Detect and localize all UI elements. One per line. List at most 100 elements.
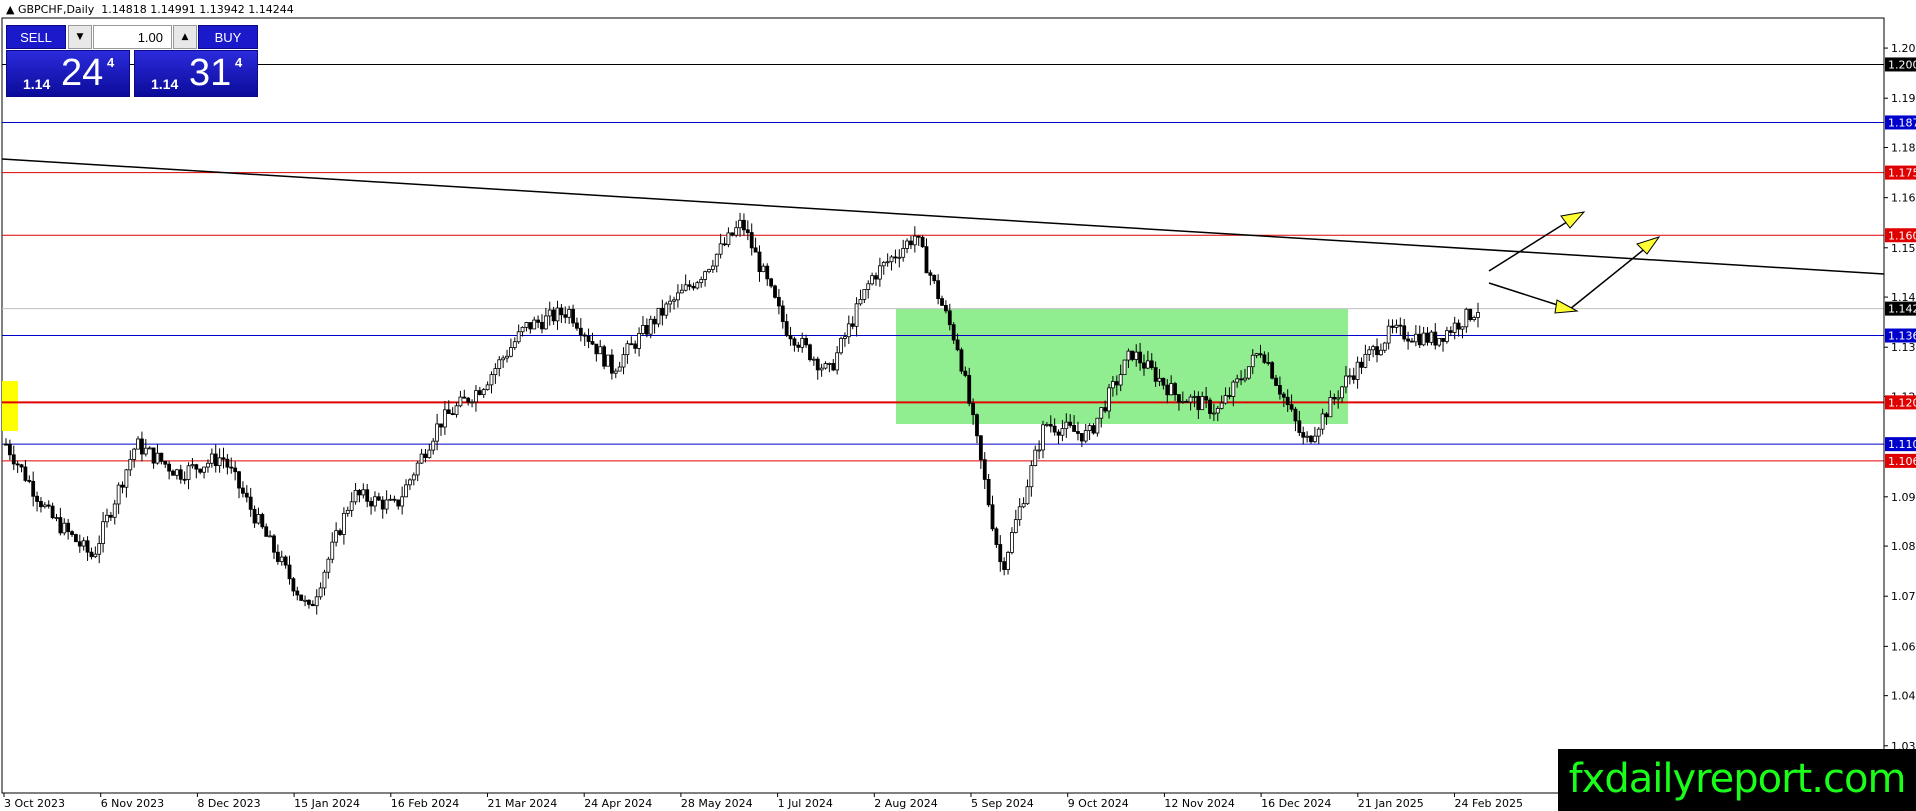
candle-body	[1103, 407, 1108, 412]
candle-body	[89, 551, 94, 558]
candle-body	[625, 343, 630, 356]
candle-body	[1402, 325, 1407, 340]
bid-prefix: 1.14	[23, 76, 51, 92]
date-tick-label: 2 Aug 2024	[874, 797, 937, 810]
candle-body	[1254, 353, 1259, 356]
candle-body	[318, 587, 323, 598]
candle-body	[753, 247, 758, 253]
candle-body	[621, 354, 626, 368]
lot-increase-button[interactable]: ▲	[173, 25, 197, 49]
candle-body	[1025, 486, 1030, 505]
candle-body	[186, 465, 191, 480]
candle-body	[7, 443, 12, 456]
candle-body	[509, 347, 513, 357]
level-label: 1.20088	[1888, 58, 1916, 71]
candle-body	[1149, 360, 1154, 368]
candle-body	[431, 440, 436, 451]
candle-body	[1285, 396, 1290, 406]
candle-body	[108, 514, 113, 518]
candle-body	[39, 501, 43, 508]
candle-body	[1293, 408, 1298, 422]
candle-body	[369, 500, 373, 507]
candle-body	[489, 374, 494, 386]
candle-body	[897, 256, 902, 259]
candle-body	[629, 343, 634, 346]
candle-body	[1083, 430, 1088, 442]
candle-body	[338, 530, 342, 535]
candle-body	[132, 448, 137, 460]
candle-body	[590, 341, 595, 345]
candle-body	[982, 459, 987, 480]
lot-decrease-button[interactable]: ▼	[68, 25, 92, 49]
candle-body	[1281, 393, 1286, 398]
candle-body	[1320, 413, 1325, 430]
candle-body	[1340, 386, 1344, 399]
date-tick-label: 21 Jan 2025	[1358, 797, 1424, 810]
candle-body	[811, 358, 816, 361]
sell-button[interactable]: SELL	[6, 25, 66, 49]
candle-body	[206, 462, 210, 468]
candle-body	[171, 470, 175, 476]
candle-body	[74, 534, 78, 543]
candle-body	[947, 310, 952, 326]
trade-controls-row: SELL ▼ ▲ BUY	[6, 25, 258, 49]
candle-body	[159, 452, 164, 462]
ohlc-close: 1.14244	[248, 3, 294, 16]
candle-body	[835, 352, 840, 371]
ask-price-box[interactable]: 1.14 31 4	[134, 50, 258, 97]
candle-body	[846, 323, 851, 338]
lot-size-input[interactable]	[93, 25, 172, 49]
candle-body	[229, 466, 234, 469]
date-tick-label: 12 Nov 2024	[1164, 797, 1234, 810]
brand-watermark: fxdailyreport.com	[1558, 749, 1916, 811]
price-tick-label: 1.09740	[1891, 491, 1916, 504]
candle-body	[633, 343, 638, 349]
candle-body	[1126, 350, 1131, 361]
collapse-triangle-icon[interactable]: ▲	[6, 3, 14, 16]
ask-pipette: 4	[235, 55, 243, 70]
candle-body	[924, 246, 929, 274]
level-label: 1.14244	[1888, 303, 1916, 316]
candle-body	[551, 309, 556, 322]
candle-body	[1297, 420, 1302, 433]
candle-body	[1460, 326, 1465, 330]
date-tick-label: 3 Oct 2023	[4, 797, 65, 810]
candle-body	[241, 487, 245, 494]
level-label: 1.16000	[1888, 229, 1916, 242]
candle-body	[198, 468, 203, 473]
candle-body	[668, 300, 673, 305]
candle-body	[1413, 333, 1418, 343]
candle-body	[396, 499, 401, 507]
candle-body	[291, 578, 296, 592]
candle-body	[81, 540, 86, 547]
candle-body	[512, 341, 517, 348]
bid-price-box[interactable]: 1.14 24 4	[6, 50, 130, 97]
candle-body	[738, 219, 742, 229]
candle-body	[1363, 353, 1368, 368]
price-tick-label: 1.07360	[1891, 590, 1916, 603]
candle-body	[978, 435, 983, 461]
candle-body	[1021, 503, 1026, 508]
candle-body	[536, 319, 540, 323]
price-chart[interactable]: 1.20480 1.19280 1.18100 1.16900 1.15700 1.14 5…	[0, 0, 1916, 811]
candle-body	[932, 274, 937, 282]
candle-body	[1095, 417, 1100, 434]
candle-body	[147, 447, 152, 450]
buy-button[interactable]: BUY	[198, 25, 258, 49]
candle-body	[641, 325, 645, 334]
candle-body	[225, 458, 230, 468]
candle-body	[1204, 396, 1209, 401]
candle-body	[373, 496, 377, 507]
candle-body	[1033, 449, 1038, 467]
candle-body	[827, 363, 832, 365]
candle-body	[524, 322, 529, 328]
candle-body	[1425, 332, 1430, 343]
candle-body	[330, 541, 335, 560]
candle-body	[341, 512, 346, 535]
price-tick-label: 1.08560	[1891, 540, 1916, 553]
candle-body	[388, 498, 393, 501]
candle-body	[1087, 425, 1092, 431]
candle-body	[516, 331, 521, 343]
candle-body	[815, 358, 820, 371]
candle-body	[174, 469, 179, 476]
